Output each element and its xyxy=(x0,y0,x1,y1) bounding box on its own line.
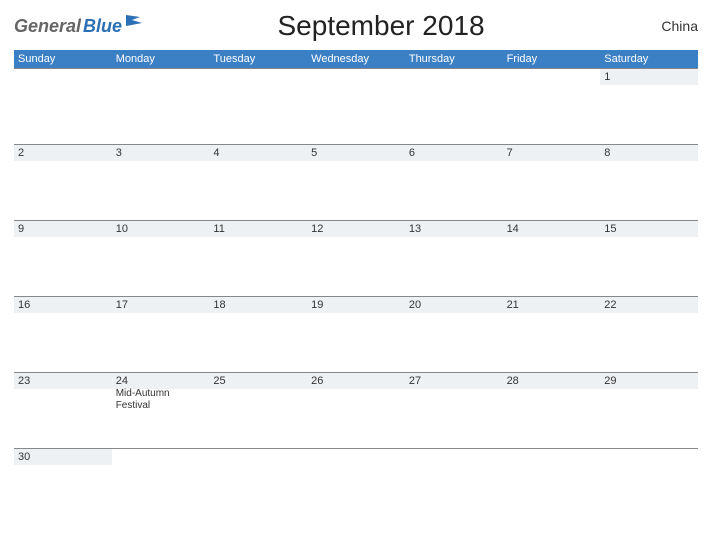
day-cell: 12 xyxy=(307,220,405,296)
day-number: 25 xyxy=(213,375,303,387)
day-cell: 23 xyxy=(14,372,112,448)
day-number: 27 xyxy=(409,375,499,387)
day-cell: 15 xyxy=(600,220,698,296)
event-label: Mid-Autumn Festival xyxy=(116,388,206,412)
day-number: 30 xyxy=(18,451,108,463)
day-cell: 16 xyxy=(14,296,112,372)
day-header: Saturday xyxy=(600,50,698,68)
day-header: Tuesday xyxy=(209,50,307,68)
day-number: 12 xyxy=(311,223,401,235)
day-header: Thursday xyxy=(405,50,503,68)
day-number: 21 xyxy=(507,299,597,311)
day-cell: 20 xyxy=(405,296,503,372)
day-cell xyxy=(112,68,210,144)
day-header: Friday xyxy=(503,50,601,68)
day-cell xyxy=(503,68,601,144)
day-cell xyxy=(307,448,405,518)
day-number: 9 xyxy=(18,223,108,235)
day-cell xyxy=(209,448,307,518)
day-cell: 13 xyxy=(405,220,503,296)
day-header: Wednesday xyxy=(307,50,405,68)
logo-flag-icon xyxy=(126,15,144,29)
day-number: 18 xyxy=(213,299,303,311)
calendar: Sunday Monday Tuesday Wednesday Thursday… xyxy=(14,50,698,518)
week-row: 2324Mid-Autumn Festival2526272829 xyxy=(14,372,698,448)
day-cell: 9 xyxy=(14,220,112,296)
week-row: 16 17 18 19 20 21 22 xyxy=(14,296,698,372)
day-cell xyxy=(112,448,210,518)
day-number: 10 xyxy=(116,223,206,235)
day-cell: 26 xyxy=(307,372,405,448)
day-number: 17 xyxy=(116,299,206,311)
day-number: 1 xyxy=(604,71,694,83)
day-cell xyxy=(405,68,503,144)
day-number: 24 xyxy=(116,375,206,387)
day-cell: 2 xyxy=(14,144,112,220)
day-cell xyxy=(600,448,698,518)
day-number: 13 xyxy=(409,223,499,235)
day-number: 14 xyxy=(507,223,597,235)
day-cell: 7 xyxy=(503,144,601,220)
week-row: 9 10 11 12 13 14 15 xyxy=(14,220,698,296)
day-cell: 30 xyxy=(14,448,112,518)
day-cell: 11 xyxy=(209,220,307,296)
day-cell: 6 xyxy=(405,144,503,220)
week-row: 1 xyxy=(14,68,698,144)
day-header-row: Sunday Monday Tuesday Wednesday Thursday… xyxy=(14,50,698,68)
day-number: 19 xyxy=(311,299,401,311)
header: General Blue September 2018 China xyxy=(14,10,698,42)
day-cell: 27 xyxy=(405,372,503,448)
day-number: 11 xyxy=(213,223,303,235)
day-cell xyxy=(307,68,405,144)
day-cell xyxy=(209,68,307,144)
day-cell xyxy=(503,448,601,518)
day-number: 7 xyxy=(507,147,597,159)
week-row: 2345678 xyxy=(14,144,698,220)
day-number: 16 xyxy=(18,299,108,311)
day-number: 5 xyxy=(311,147,401,159)
day-number: 26 xyxy=(311,375,401,387)
day-cell: 24Mid-Autumn Festival xyxy=(112,372,210,448)
day-number: 2 xyxy=(18,147,108,159)
day-number: 4 xyxy=(213,147,303,159)
day-cell: 25 xyxy=(209,372,307,448)
day-number: 15 xyxy=(604,223,694,235)
region-label: China xyxy=(618,18,698,34)
logo-text-1: General xyxy=(14,16,81,37)
logo-text-2: Blue xyxy=(83,16,122,37)
day-cell: 5 xyxy=(307,144,405,220)
page-title: September 2018 xyxy=(144,10,618,42)
day-number: 8 xyxy=(604,147,694,159)
day-number: 20 xyxy=(409,299,499,311)
day-number: 29 xyxy=(604,375,694,387)
day-cell xyxy=(405,448,503,518)
day-cell: 1 xyxy=(600,68,698,144)
day-number: 3 xyxy=(116,147,206,159)
day-cell: 28 xyxy=(503,372,601,448)
day-cell: 17 xyxy=(112,296,210,372)
day-header: Sunday xyxy=(14,50,112,68)
day-cell: 10 xyxy=(112,220,210,296)
day-cell: 18 xyxy=(209,296,307,372)
day-header: Monday xyxy=(112,50,210,68)
day-number: 22 xyxy=(604,299,694,311)
day-cell: 29 xyxy=(600,372,698,448)
day-cell: 21 xyxy=(503,296,601,372)
week-row: 30 xyxy=(14,448,698,518)
day-number: 23 xyxy=(18,375,108,387)
day-cell xyxy=(14,68,112,144)
day-cell: 19 xyxy=(307,296,405,372)
day-number: 6 xyxy=(409,147,499,159)
day-cell: 14 xyxy=(503,220,601,296)
logo: General Blue xyxy=(14,16,144,37)
day-number: 28 xyxy=(507,375,597,387)
day-cell: 22 xyxy=(600,296,698,372)
day-cell: 8 xyxy=(600,144,698,220)
day-cell: 3 xyxy=(112,144,210,220)
day-cell: 4 xyxy=(209,144,307,220)
